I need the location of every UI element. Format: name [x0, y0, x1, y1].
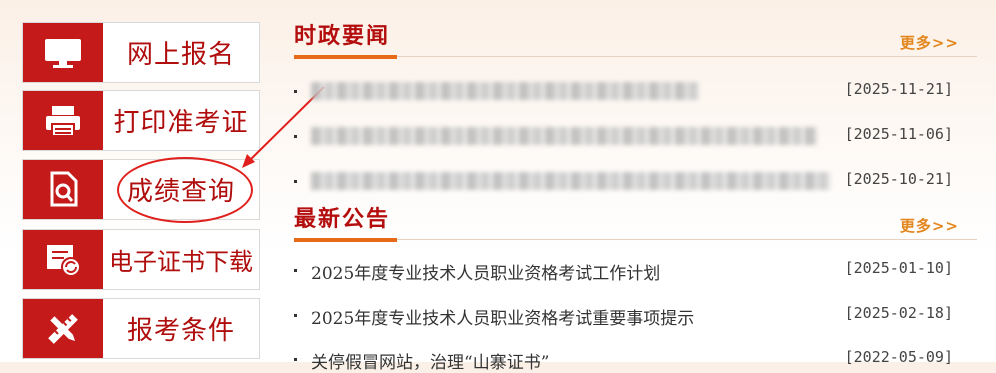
highlight-circle: [117, 157, 253, 223]
menu-item-label: 电子证书下载: [109, 248, 253, 276]
menu-item-label: 网上报名: [126, 40, 235, 70]
bullet-icon: [294, 180, 297, 183]
notice-title-link[interactable]: 关停假冒网站，治理“山寨证书”: [311, 348, 549, 373]
menu-item-online-registration[interactable]: 网上报名: [22, 22, 260, 83]
menu-item-label: 打印准考证: [113, 108, 249, 138]
notice-date: [2025-01-10]: [844, 259, 953, 277]
monitor-icon: [23, 23, 103, 82]
list-item: [2025-10-21]: [294, 170, 977, 194]
bullet-icon: [294, 135, 297, 138]
news-date: [2025-11-06]: [844, 125, 953, 143]
blurred-news-title-link[interactable]: [311, 82, 699, 100]
bullet-icon: [294, 358, 297, 361]
notice-date: [2025-02-18]: [844, 304, 953, 322]
notices-section: 最新公告 更多>>: [294, 205, 977, 242]
menu-item-print-admission[interactable]: 打印准考证: [22, 90, 260, 151]
notices-section-title: 最新公告: [294, 207, 391, 232]
list-item: 2025年度专业技术人员职业资格考试工作计划 [2025-01-10]: [294, 259, 977, 284]
notice-date: [2022-05-09]: [844, 348, 953, 366]
bullet-icon: [294, 314, 297, 317]
list-item: 2025年度专业技术人员职业资格考试重要事项提示 [2025-02-18]: [294, 304, 977, 329]
tools-icon: [23, 299, 103, 358]
printer-icon: [23, 91, 103, 150]
list-item: [2025-11-06]: [294, 125, 977, 149]
notices-section-header: 最新公告 更多>>: [294, 205, 977, 242]
news-date: [2025-11-21]: [844, 80, 953, 98]
menu-item-exam-requirements[interactable]: 报考条件: [22, 298, 260, 359]
news-section: 时政要闻 更多>>: [294, 22, 977, 59]
bullet-icon: [294, 90, 297, 93]
section-title-underline: [294, 55, 397, 59]
certificate-download-icon: [23, 230, 103, 289]
menu-item-label: 报考条件: [126, 316, 235, 346]
list-item: [2025-11-21]: [294, 80, 977, 104]
news-more-link[interactable]: 更多>>: [900, 32, 959, 53]
notice-title-link[interactable]: 2025年度专业技术人员职业资格考试重要事项提示: [311, 304, 694, 329]
news-date: [2025-10-21]: [844, 170, 953, 188]
section-title-underline: [294, 238, 397, 242]
blurred-news-title-link[interactable]: [311, 127, 817, 145]
bullet-icon: [294, 269, 297, 272]
menu-item-certificate-download[interactable]: 电子证书下载: [22, 229, 260, 290]
list-item: 关停假冒网站，治理“山寨证书” [2022-05-09]: [294, 348, 977, 373]
search-document-icon: [23, 160, 103, 219]
notice-title-link[interactable]: 2025年度专业技术人员职业资格考试工作计划: [311, 259, 660, 284]
notices-more-link[interactable]: 更多>>: [900, 215, 959, 236]
news-section-header: 时政要闻 更多>>: [294, 22, 977, 59]
news-section-title: 时政要闻: [294, 24, 391, 49]
blurred-news-title-link[interactable]: [311, 172, 831, 190]
